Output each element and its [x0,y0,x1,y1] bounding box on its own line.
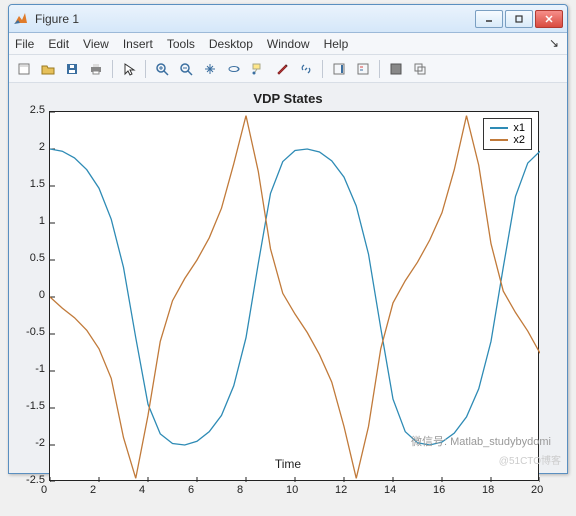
window-title: Figure 1 [35,12,475,26]
toolbar [9,55,567,83]
menu-insert[interactable]: Insert [123,37,153,51]
legend-entry-x2: x2 [490,134,525,146]
toolbar-separator [112,60,113,78]
matlab-logo-icon [13,11,29,27]
pan-button[interactable] [199,58,221,80]
tile-button[interactable] [385,58,407,80]
toolbar-separator [379,60,380,78]
toolbar-separator [145,60,146,78]
zoom-in-button[interactable] [151,58,173,80]
menu-desktop[interactable]: Desktop [209,37,253,51]
menu-file[interactable]: File [15,37,34,51]
toolbar-separator [322,60,323,78]
save-button[interactable] [61,58,83,80]
dock-arrow-icon[interactable]: ↘ [549,36,559,50]
print-button[interactable] [85,58,107,80]
chart-title: VDP States [9,91,567,106]
axes[interactable]: x1 x2 [49,111,539,481]
chart-svg [50,112,540,482]
menu-tools[interactable]: Tools [167,37,195,51]
watermark-text: 微信号: Matlab_studybydomi [411,433,551,449]
x-axis-label: Time [9,457,567,471]
menu-help[interactable]: Help [324,37,349,51]
zoom-out-button[interactable] [175,58,197,80]
menu-edit[interactable]: Edit [48,37,69,51]
menu-window[interactable]: Window [267,37,310,51]
cascade-button[interactable] [409,58,431,80]
rotate3d-button[interactable] [223,58,245,80]
datatip-button[interactable] [247,58,269,80]
menubar: File Edit View Insert Tools Desktop Wind… [9,33,567,55]
titlebar[interactable]: Figure 1 [9,5,567,33]
watermark-side: @51CTO博客 [499,452,561,467]
link-button[interactable] [295,58,317,80]
open-button[interactable] [37,58,59,80]
close-button[interactable] [535,10,563,28]
pointer-button[interactable] [118,58,140,80]
minimize-button[interactable] [475,10,503,28]
plot-area: VDP States x1 x2 Time 微信号: Matlab_studyb… [9,83,567,473]
brush-button[interactable] [271,58,293,80]
legend[interactable]: x1 x2 [483,118,532,150]
figure-window: Figure 1 File Edit View Insert Tools Des… [8,4,568,474]
maximize-button[interactable] [505,10,533,28]
legend-entry-x1: x1 [490,122,525,134]
colorbar-button[interactable] [328,58,350,80]
legend-button[interactable] [352,58,374,80]
window-controls [475,10,563,28]
new-figure-button[interactable] [13,58,35,80]
menu-view[interactable]: View [83,37,109,51]
